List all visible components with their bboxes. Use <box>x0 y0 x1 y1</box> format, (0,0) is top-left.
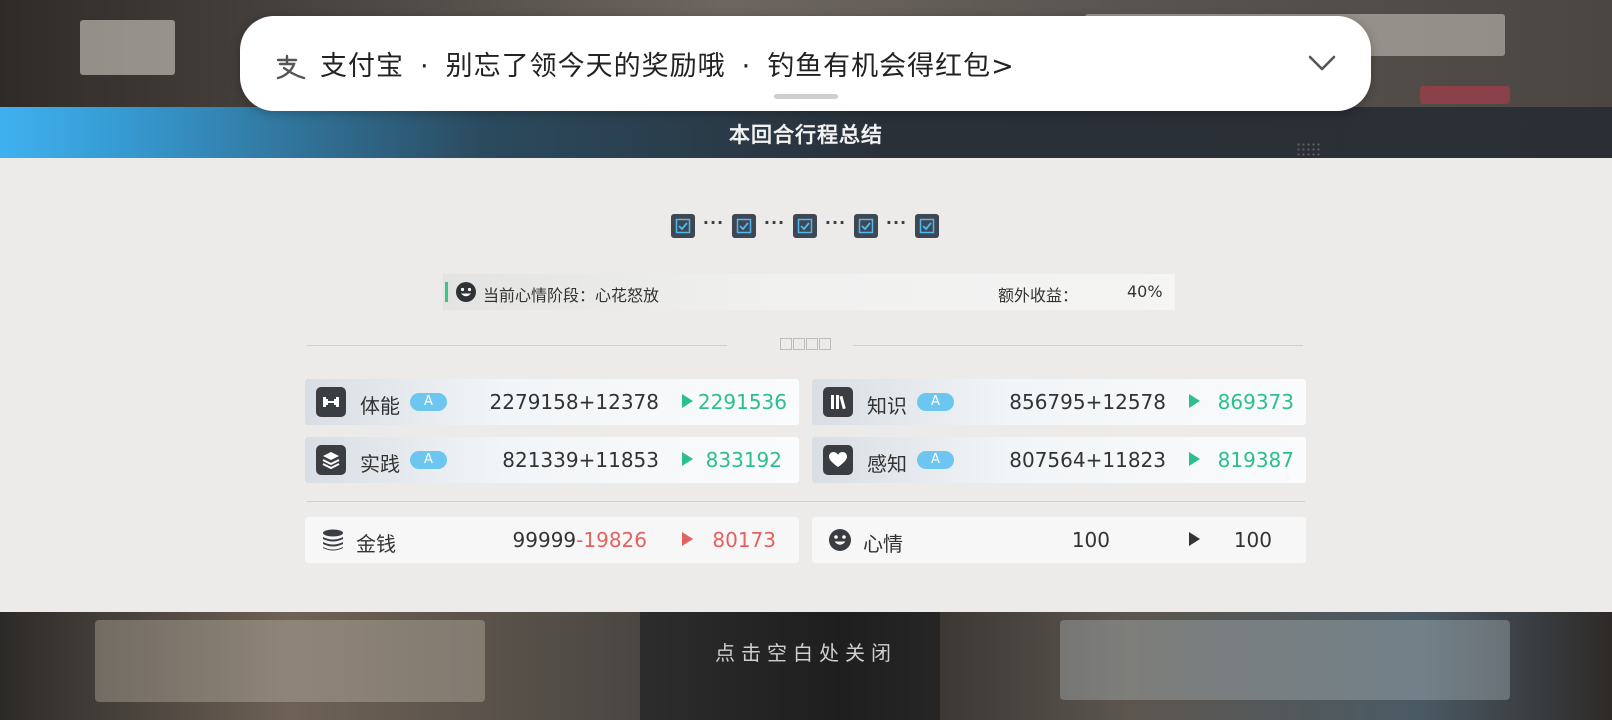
play-arrow-icon <box>1189 394 1200 408</box>
stat-formula: 821339+11853 <box>502 448 659 472</box>
stat-name: 感知 <box>867 452 907 476</box>
mood-stage-bar: 当前心情阶段：心花怒放 额外收益： 40% <box>443 274 1175 310</box>
stat-name: 知识 <box>867 394 907 418</box>
notification-message: 别忘了领今天的奖励哦 <box>445 51 726 82</box>
stat-result: 819387 <box>1217 448 1294 472</box>
stat-row-perception: 感知 A 807564+11823 819387 <box>812 437 1306 483</box>
layers-icon <box>316 445 346 475</box>
grade-badge: A <box>410 393 447 411</box>
stat-delta: +11823 <box>1085 448 1166 472</box>
background-element <box>640 612 940 720</box>
stat-result: 100 <box>1233 528 1272 552</box>
notification-text: 支付宝 · 别忘了领今天的奖励哦 · 钓鱼有机会得红包> <box>320 44 1015 83</box>
checkbox-checked-icon <box>732 214 756 238</box>
stat-base: 100 <box>1071 528 1110 552</box>
stat-base: 821339 <box>502 448 579 472</box>
smiley-icon <box>456 282 476 302</box>
accent-line <box>445 282 448 302</box>
grade-badge: A <box>917 451 954 469</box>
background-element <box>1420 86 1510 104</box>
heart-icon <box>823 445 853 475</box>
stat-name: 实践 <box>360 452 400 476</box>
notification-banner[interactable]: 支付宝 · 别忘了领今天的奖励哦 · 钓鱼有机会得红包> <box>240 16 1371 111</box>
chevron-down-icon[interactable] <box>1307 52 1337 74</box>
stat-delta: +12578 <box>1085 390 1166 414</box>
summary-panel: ··· ··· ··· ··· 当前心情阶段：心花怒放 额外收益： 40% 体能… <box>0 158 1612 612</box>
notification-app: 支付宝 <box>320 51 404 82</box>
stat-row-money: 金钱 99999-19826 80173 <box>305 517 799 563</box>
books-icon <box>823 387 853 417</box>
stat-result: 869373 <box>1217 390 1294 414</box>
grade-badge: A <box>917 393 954 411</box>
stat-row-mood: 心情 100 100 <box>812 517 1306 563</box>
step-separator: ··· <box>824 213 847 232</box>
divider-ornament <box>780 338 832 352</box>
stat-formula: 2279158+12378 <box>490 390 659 414</box>
stat-base: 807564 <box>1009 448 1086 472</box>
notification-separator: · <box>420 51 430 82</box>
stat-row-knowledge: 知识 A 856795+12578 869373 <box>812 379 1306 425</box>
stat-name: 金钱 <box>356 532 396 556</box>
play-arrow-icon <box>1189 452 1200 466</box>
stat-base: 99999 <box>512 528 577 552</box>
stat-result: 80173 <box>712 528 776 552</box>
step-separator: ··· <box>702 213 725 232</box>
divider <box>307 501 1305 502</box>
stat-result: 2291536 <box>697 390 787 414</box>
divider <box>307 345 727 346</box>
coins-icon <box>323 529 343 551</box>
dumbbell-icon <box>316 387 346 417</box>
bonus-label: 额外收益： <box>998 286 1079 305</box>
stat-formula: 99999-19826 <box>513 528 647 552</box>
bonus-value: 40% <box>1127 282 1163 301</box>
background-element <box>80 20 175 75</box>
stat-name: 心情 <box>863 532 903 556</box>
checkbox-checked-icon <box>854 214 878 238</box>
page-title: 本回合行程总结 <box>729 123 883 147</box>
smiley-icon <box>829 529 851 551</box>
checkbox-checked-icon <box>671 214 695 238</box>
stat-formula: 856795+12578 <box>1009 390 1166 414</box>
play-arrow-icon <box>682 532 693 546</box>
stat-row-physical: 体能 A 2279158+12378 2291536 <box>305 379 799 425</box>
close-hint[interactable]: 点击空白处关闭 <box>0 637 1612 666</box>
background-bottom[interactable] <box>0 612 1612 720</box>
stat-delta: +11853 <box>578 448 659 472</box>
divider <box>853 345 1303 346</box>
decorative-dots <box>1296 142 1320 156</box>
mood-stage-label: 当前心情阶段：心花怒放 <box>483 286 660 305</box>
grade-badge: A <box>410 451 447 469</box>
notification-drag-handle[interactable] <box>774 94 838 99</box>
stat-formula: 807564+11823 <box>1009 448 1166 472</box>
stat-name: 体能 <box>360 394 400 418</box>
stat-base: 2279158 <box>489 390 579 414</box>
stat-row-practice: 实践 A 821339+11853 833192 <box>305 437 799 483</box>
alipay-icon <box>276 54 306 80</box>
step-separator: ··· <box>763 213 786 232</box>
notification-separator: · <box>741 51 752 82</box>
notification-action[interactable]: 钓鱼有机会得红包> <box>767 51 1015 82</box>
play-arrow-icon <box>682 394 693 408</box>
summary-header: 本回合行程总结 <box>0 107 1612 158</box>
play-arrow-icon <box>682 452 693 466</box>
checkbox-checked-icon <box>915 214 939 238</box>
stat-delta: +12378 <box>578 390 659 414</box>
stat-delta: -19826 <box>576 528 647 552</box>
stat-result: 833192 <box>705 448 782 472</box>
play-arrow-icon <box>1189 532 1200 546</box>
step-separator: ··· <box>885 213 908 232</box>
progress-steps: ··· ··· ··· ··· <box>671 213 939 239</box>
checkbox-checked-icon <box>793 214 817 238</box>
stat-base: 856795 <box>1009 390 1086 414</box>
